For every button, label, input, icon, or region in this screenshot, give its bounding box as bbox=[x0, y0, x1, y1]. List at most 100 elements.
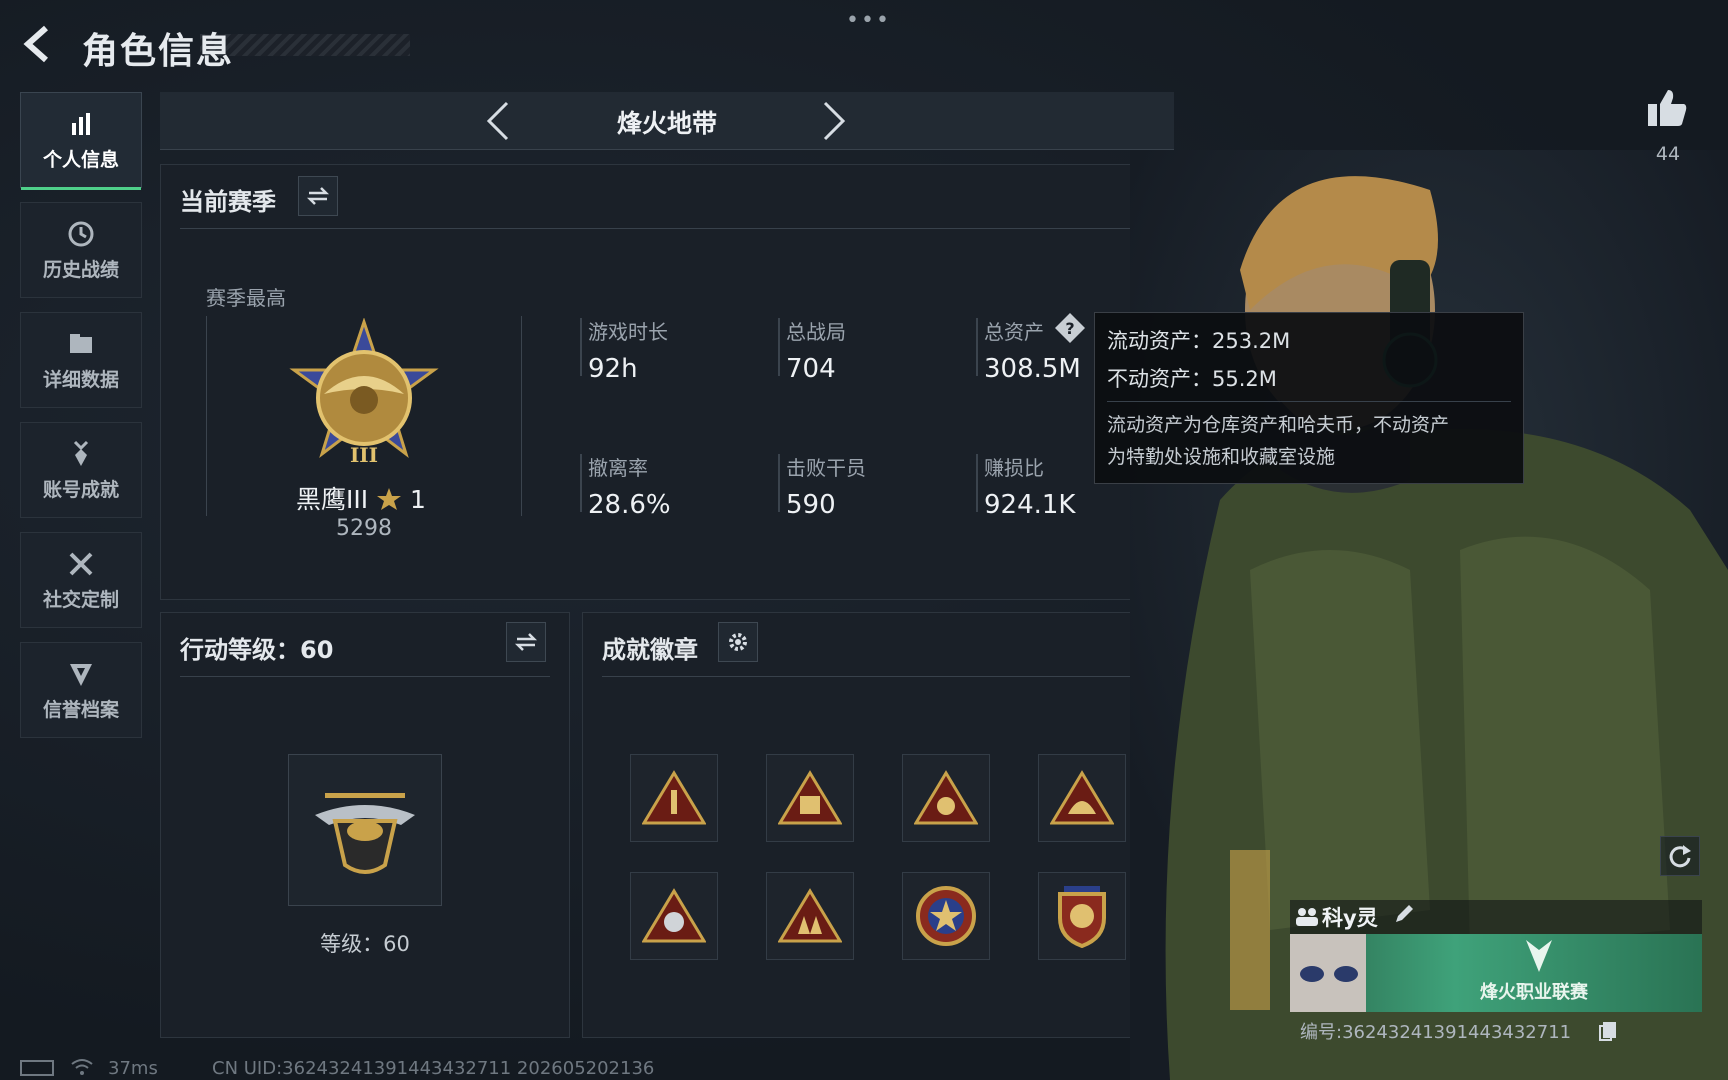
assets-help-button[interactable]: ? bbox=[1054, 312, 1086, 348]
action-level-text: 等级：60 bbox=[320, 932, 410, 956]
sidebar-item-label: 个人信息 bbox=[42, 148, 119, 171]
wifi-icon-wrap bbox=[70, 1058, 94, 1080]
player-avatar bbox=[1290, 934, 1366, 1012]
rank-name: 黑鹰III 1 bbox=[296, 480, 426, 516]
sidebar-item-label: 信誉档案 bbox=[42, 698, 119, 721]
rotate-button[interactable] bbox=[1660, 836, 1700, 876]
rotate-icon bbox=[1669, 845, 1691, 868]
rank-emblem: III bbox=[284, 317, 444, 478]
action-level-emblem bbox=[288, 754, 442, 906]
battery-icon bbox=[20, 1060, 54, 1076]
rank-stars: 1 bbox=[410, 485, 426, 514]
gear-icon bbox=[729, 633, 747, 651]
back-arrow-icon bbox=[23, 25, 48, 63]
pencil-icon bbox=[1396, 905, 1413, 922]
folder-icon bbox=[70, 333, 92, 353]
season-title: 当前赛季 bbox=[180, 188, 276, 216]
stat-label-matches: 总战局 bbox=[786, 320, 846, 344]
league-logo-icon bbox=[1526, 940, 1552, 972]
swap-icon bbox=[514, 633, 538, 651]
medal-icon bbox=[73, 440, 89, 466]
edit-name-button[interactable] bbox=[1392, 902, 1416, 930]
tools-icon bbox=[69, 552, 93, 575]
action-level-switch-button[interactable] bbox=[506, 622, 546, 662]
stat-label-assets: 总资产 bbox=[984, 320, 1044, 344]
back-button[interactable] bbox=[18, 22, 62, 66]
wifi-icon bbox=[71, 1059, 93, 1075]
stat-value-playtime: 92h bbox=[588, 354, 638, 384]
battery-icon-wrap bbox=[20, 1060, 56, 1080]
clock-icon bbox=[68, 221, 94, 246]
rank-name-text: 黑鹰III bbox=[296, 485, 369, 514]
achievement-badge[interactable] bbox=[766, 872, 854, 960]
copy-id-button[interactable] bbox=[1598, 1020, 1618, 1046]
question-diamond-icon: ? bbox=[1055, 313, 1085, 343]
assets-tooltip: 流动资产：253.2M 不动资产：55.2M 流动资产为仓库资产和哈夫币，不动资… bbox=[1094, 312, 1524, 484]
more-options-button[interactable]: ••• bbox=[846, 8, 891, 33]
swap-icon bbox=[306, 187, 330, 205]
stat-divider bbox=[778, 318, 780, 376]
triangle-rocket-badge-icon bbox=[642, 770, 706, 825]
uid-text: CN UID:36243241391443432711 202605202136 bbox=[212, 1058, 655, 1079]
divider bbox=[180, 228, 1156, 229]
stat-label-kills: 击败干员 bbox=[786, 456, 866, 480]
stat-label-extract-rate: 撤离率 bbox=[588, 456, 648, 480]
prev-mode-button[interactable] bbox=[480, 98, 516, 144]
team-icon bbox=[1296, 908, 1318, 926]
divider bbox=[602, 676, 1154, 677]
sidebar-item-label: 社交定制 bbox=[42, 588, 119, 611]
player-banner[interactable]: 烽火职业联赛 bbox=[1290, 934, 1702, 1012]
sidebar-item-personal-info[interactable]: 个人信息 bbox=[20, 92, 142, 190]
sidebar-item-social-custom[interactable]: 社交定制 bbox=[20, 532, 142, 628]
stat-label-playtime: 游戏时长 bbox=[588, 320, 668, 344]
player-name: 科y灵 bbox=[1322, 906, 1378, 930]
copy-icon bbox=[1599, 1022, 1616, 1041]
sidebar-item-achievements[interactable]: 账号成就 bbox=[20, 422, 142, 518]
like-count: 44 bbox=[1655, 143, 1681, 165]
achievement-badge[interactable] bbox=[1038, 754, 1126, 842]
shield-crest-badge-icon bbox=[1058, 886, 1106, 948]
triangle-shield-badge-icon bbox=[642, 888, 706, 943]
player-id: 编号:36243241391443432711 bbox=[1300, 1022, 1572, 1043]
divider bbox=[1107, 401, 1511, 402]
shield-icon bbox=[70, 663, 92, 686]
triangle-hands-badge-icon bbox=[914, 770, 978, 825]
next-mode-button[interactable] bbox=[816, 98, 852, 144]
stat-value-kills: 590 bbox=[786, 490, 836, 520]
bar-chart-icon bbox=[72, 112, 90, 135]
achievement-badge[interactable] bbox=[902, 872, 990, 960]
sidebar-item-history[interactable]: 历史战绩 bbox=[20, 202, 142, 298]
sidebar-item-label: 详细数据 bbox=[42, 368, 119, 391]
achievement-badge[interactable] bbox=[1038, 872, 1126, 960]
thumbs-up-icon bbox=[1648, 90, 1687, 126]
stat-value-profit-ratio: 924.1K bbox=[984, 490, 1076, 520]
achievement-badge[interactable] bbox=[902, 754, 990, 842]
stat-divider bbox=[976, 318, 978, 376]
achievements-settings-button[interactable] bbox=[718, 622, 758, 662]
achievement-badge[interactable] bbox=[630, 754, 718, 842]
svg-text:?: ? bbox=[1065, 319, 1074, 338]
stat-label-profit-ratio: 赚损比 bbox=[984, 456, 1044, 480]
achievement-badge[interactable] bbox=[766, 754, 854, 842]
stat-value-extract-rate: 28.6% bbox=[588, 490, 671, 520]
like-button[interactable] bbox=[1646, 86, 1688, 132]
triangle-helmet-badge-icon bbox=[1050, 770, 1114, 825]
svg-text:III: III bbox=[350, 443, 378, 467]
eagle-rank-emblem-icon: III bbox=[289, 317, 439, 467]
sidebar-item-detailed-data[interactable]: 详细数据 bbox=[20, 312, 142, 408]
achievement-badge[interactable] bbox=[630, 872, 718, 960]
stat-divider bbox=[580, 318, 582, 376]
stat-divider bbox=[778, 454, 780, 512]
stat-divider bbox=[976, 454, 978, 512]
season-best-label: 赛季最高 bbox=[206, 286, 286, 310]
rank-points: 5298 bbox=[336, 516, 392, 541]
tooltip-fixed-assets: 不动资产：55.2M bbox=[1107, 367, 1277, 391]
sidebar-item-label: 账号成就 bbox=[42, 478, 119, 501]
season-switch-button[interactable] bbox=[298, 176, 338, 216]
star-circle-badge-icon bbox=[916, 886, 976, 946]
triangle-soldiers-badge-icon bbox=[778, 888, 842, 943]
page-title: 角色信息 bbox=[82, 31, 235, 72]
sidebar-item-label: 历史战绩 bbox=[42, 258, 119, 281]
mode-title: 烽火地带 bbox=[616, 109, 717, 138]
sidebar-item-credit-profile[interactable]: 信誉档案 bbox=[20, 642, 142, 738]
